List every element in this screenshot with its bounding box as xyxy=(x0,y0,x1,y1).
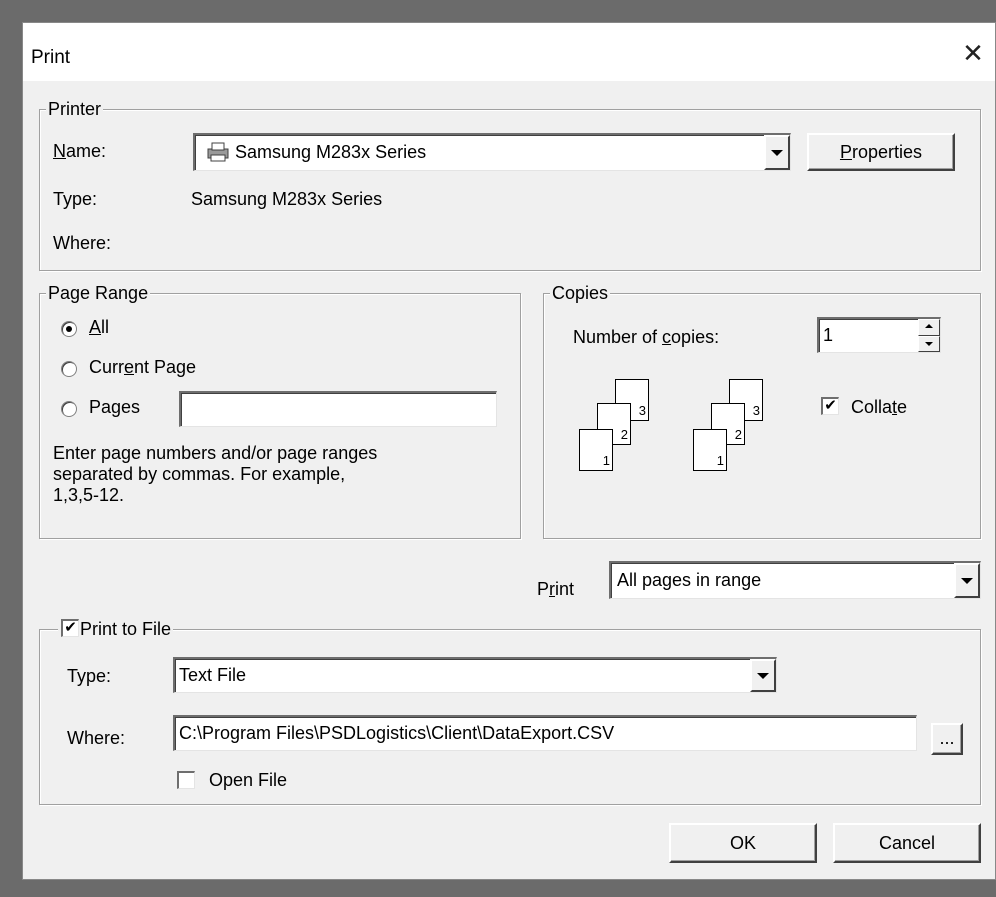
copies-stepper[interactable]: 1 xyxy=(817,317,941,353)
printer-where-label: Where: xyxy=(53,233,112,253)
radio-current-page[interactable] xyxy=(61,361,77,377)
open-file-label: Open File xyxy=(209,770,288,790)
page-range-hint-2: separated by commas. For example, xyxy=(53,464,346,484)
pages-input[interactable] xyxy=(179,391,497,427)
printer-name-label: Name: xyxy=(53,141,107,161)
page-range-hint-1: Enter page numbers and/or page ranges xyxy=(53,443,378,463)
file-type-value: Text File xyxy=(179,664,247,685)
browse-button[interactable]: ... xyxy=(931,723,963,755)
collate-illustration-left: 3 2 1 xyxy=(579,379,669,489)
print-dialog: Print ✕ Printer Name: Samsung M283x Seri… xyxy=(22,22,996,880)
collate-illustration-right: 3 2 1 xyxy=(693,379,783,489)
title-bar: Print ✕ xyxy=(23,23,995,81)
open-file-checkbox[interactable] xyxy=(177,771,195,789)
chevron-down-icon[interactable] xyxy=(764,135,790,170)
file-path-input[interactable]: C:\Program Files\PSDLogistics\Client\Dat… xyxy=(173,715,917,751)
collate-checkbox[interactable]: ✔ xyxy=(821,397,839,415)
stepper-up-icon[interactable] xyxy=(918,319,940,336)
file-where-label: Where: xyxy=(67,728,126,748)
radio-pages[interactable] xyxy=(61,401,77,417)
stepper-down-icon[interactable] xyxy=(918,335,940,352)
copies-legend: Copies xyxy=(550,282,611,304)
radio-pages-label: Pages xyxy=(89,397,141,417)
printer-icon xyxy=(205,141,231,169)
page-sheet-icon: 1 xyxy=(693,429,727,471)
properties-button-label: Properties xyxy=(839,142,923,162)
print-to-file-checkbox[interactable]: ✔ xyxy=(61,619,79,637)
print-select-label: Print xyxy=(537,579,575,599)
printer-type-label: Type: xyxy=(53,189,98,209)
file-type-label: Type: xyxy=(67,666,112,686)
radio-current-page-label: Current Page xyxy=(89,357,197,377)
window-title: Print xyxy=(31,47,71,68)
page-sheet-icon: 1 xyxy=(579,429,613,471)
file-type-select[interactable]: Text File xyxy=(173,657,777,693)
close-icon[interactable]: ✕ xyxy=(957,37,989,69)
check-icon: ✔ xyxy=(824,397,837,414)
page-range-legend: Page Range xyxy=(46,282,151,304)
radio-all-label: All xyxy=(89,317,110,337)
collate-label: Collate xyxy=(851,397,908,417)
printer-type-value: Samsung M283x Series xyxy=(191,189,383,209)
printer-group-legend: Printer xyxy=(46,98,104,120)
number-of-copies-label: Number of copies: xyxy=(573,327,720,347)
print-select[interactable]: All pages in range xyxy=(609,561,981,599)
chevron-down-icon[interactable] xyxy=(750,659,776,692)
print-select-value: All pages in range xyxy=(617,569,762,590)
printer-name-select[interactable]: Samsung M283x Series xyxy=(193,133,791,171)
ok-button-label: OK xyxy=(729,833,756,853)
chevron-down-icon[interactable] xyxy=(954,563,980,598)
properties-button[interactable]: Properties xyxy=(807,133,955,171)
cancel-button-label: Cancel xyxy=(878,833,936,853)
ok-button[interactable]: OK xyxy=(669,823,817,863)
printer-name-value: Samsung M283x Series xyxy=(235,142,427,162)
check-icon: ✔ xyxy=(64,619,77,636)
cancel-button[interactable]: Cancel xyxy=(833,823,981,863)
browse-button-label: ... xyxy=(939,728,955,748)
file-path-value: C:\Program Files\PSDLogistics\Client\Dat… xyxy=(179,722,615,743)
page-range-hint-3: 1,3,5-12. xyxy=(53,485,125,505)
radio-all[interactable] xyxy=(61,321,77,337)
copies-value: 1 xyxy=(823,324,834,345)
